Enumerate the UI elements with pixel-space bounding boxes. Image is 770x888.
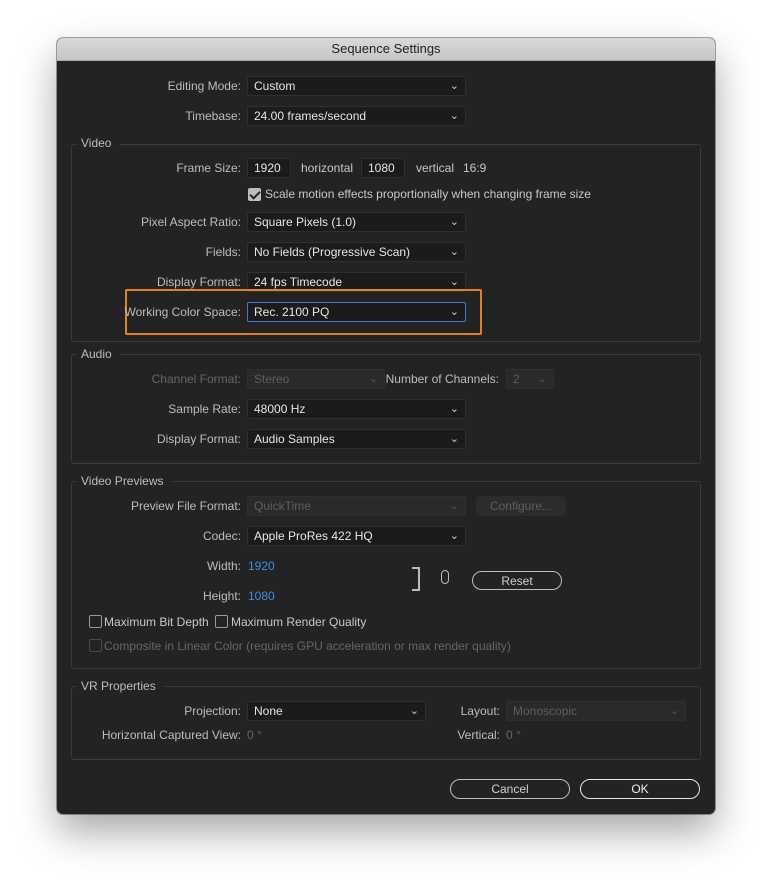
aspect-ratio-readout: 16:9 [463, 161, 487, 175]
timebase-value: 24.00 frames/second [254, 109, 367, 123]
horizontal-view-label: Horizontal Captured View: [101, 728, 241, 742]
vertical-view-label: Vertical: [457, 728, 500, 742]
horizontal-label: horizontal [301, 161, 354, 175]
chevron-down-icon: ⌄ [449, 500, 459, 512]
sample-rate-value: 48000 Hz [254, 402, 306, 416]
preview-format-select[interactable]: QuickTime ⌄ [247, 496, 466, 516]
working-color-value: Rec. 2100 PQ [254, 305, 330, 319]
max-render-quality-label: Maximum Render Quality [231, 615, 367, 629]
working-color-select[interactable]: Rec. 2100 PQ ⌄ [247, 302, 466, 322]
scale-motion-checkbox[interactable] [248, 188, 261, 201]
num-channels-select[interactable]: 2 ⌄ [506, 369, 554, 389]
dialog-title: Sequence Settings [57, 38, 715, 61]
layout-label: Layout: [460, 704, 500, 718]
num-channels-label: Number of Channels: [385, 372, 499, 386]
channel-format-select[interactable]: Stereo ⌄ [247, 369, 385, 389]
vertical-label: vertical [416, 161, 455, 175]
frame-height-input[interactable]: 1080 [361, 158, 405, 178]
projection-label: Projection: [184, 704, 241, 718]
audio-display-format-select[interactable]: Audio Samples ⌄ [247, 429, 466, 449]
editing-mode-value: Custom [254, 79, 296, 93]
height-label: Height: [202, 589, 241, 603]
frame-size-label: Frame Size: [176, 161, 241, 175]
channel-format-label: Channel Format: [151, 372, 241, 386]
layout-value: Monoscopic [513, 704, 578, 718]
composite-linear-label: Composite in Linear Color (requires GPU … [104, 639, 511, 653]
sample-rate-label: Sample Rate: [168, 402, 241, 416]
timebase-label: Timebase: [185, 109, 241, 123]
scale-motion-label: Scale motion effects proportionally when… [265, 187, 591, 201]
reset-button[interactable]: Reset [472, 571, 562, 590]
vertical-view-value[interactable]: 0 ° [506, 728, 521, 742]
codec-label: Codec: [202, 529, 241, 543]
timebase-select[interactable]: 24.00 frames/second ⌄ [247, 106, 466, 126]
audio-display-format-label: Display Format: [156, 432, 241, 446]
chevron-down-icon: ⌄ [449, 433, 459, 445]
layout-select[interactable]: Monoscopic ⌄ [506, 701, 686, 721]
editing-mode-label: Editing Mode: [167, 79, 241, 93]
projection-value: None [254, 704, 283, 718]
projection-select[interactable]: None ⌄ [247, 701, 426, 721]
max-render-quality-checkbox[interactable] [215, 615, 228, 628]
chevron-down-icon: ⌄ [409, 705, 419, 717]
preview-format-value: QuickTime [254, 499, 311, 513]
chevron-down-icon: ⌄ [669, 705, 679, 717]
editing-mode-select[interactable]: Custom ⌄ [247, 76, 466, 96]
sample-rate-select[interactable]: 48000 Hz ⌄ [247, 399, 466, 419]
ok-button[interactable]: OK [580, 779, 700, 799]
chevron-down-icon: ⌄ [449, 306, 459, 318]
video-previews-title: Video Previews [77, 474, 172, 488]
working-color-label: Working Color Space: [124, 305, 242, 319]
channel-format-value: Stereo [254, 372, 290, 386]
chevron-down-icon: ⌄ [449, 80, 459, 92]
chevron-down-icon: ⌄ [449, 216, 459, 228]
pixel-aspect-label: Pixel Aspect Ratio: [140, 215, 241, 229]
fields-select[interactable]: No Fields (Progressive Scan) ⌄ [247, 242, 466, 262]
width-value[interactable]: 1920 [248, 559, 275, 573]
frame-width-input[interactable]: 1920 [247, 158, 291, 178]
max-bit-depth-checkbox[interactable] [89, 615, 102, 628]
pixel-aspect-value: Square Pixels (1.0) [254, 215, 357, 229]
link-icon[interactable] [441, 570, 449, 584]
chevron-down-icon: ⌄ [449, 403, 459, 415]
preview-format-label: Preview File Format: [130, 499, 241, 513]
configure-button[interactable]: Configure... [476, 496, 566, 516]
vr-properties-title: VR Properties [77, 679, 164, 693]
composite-linear-checkbox[interactable] [89, 639, 102, 652]
vr-properties-group [71, 686, 701, 760]
chevron-down-icon: ⌄ [449, 246, 459, 258]
height-value[interactable]: 1080 [248, 589, 275, 603]
fields-value: No Fields (Progressive Scan) [254, 245, 411, 259]
num-channels-value: 2 [513, 372, 520, 386]
fields-label: Fields: [205, 245, 241, 259]
display-format-label: Display Format: [156, 275, 241, 289]
codec-value: Apple ProRes 422 HQ [254, 529, 373, 543]
chevron-down-icon: ⌄ [449, 110, 459, 122]
audio-display-format-value: Audio Samples [254, 432, 335, 446]
chevron-down-icon: ⌄ [449, 530, 459, 542]
max-bit-depth-label: Maximum Bit Depth [104, 615, 209, 629]
pixel-aspect-select[interactable]: Square Pixels (1.0) ⌄ [247, 212, 466, 232]
audio-group-title: Audio [77, 347, 120, 361]
link-bracket [412, 567, 420, 591]
display-format-value: 24 fps Timecode [254, 275, 343, 289]
width-label: Width: [206, 559, 241, 573]
video-group-title: Video [77, 136, 120, 150]
horizontal-view-value[interactable]: 0 ° [247, 728, 262, 742]
sequence-settings-dialog: Sequence Settings Editing Mode: Custom ⌄… [57, 38, 715, 814]
codec-select[interactable]: Apple ProRes 422 HQ ⌄ [247, 526, 466, 546]
cancel-button[interactable]: Cancel [450, 779, 570, 799]
chevron-down-icon: ⌄ [537, 373, 547, 385]
